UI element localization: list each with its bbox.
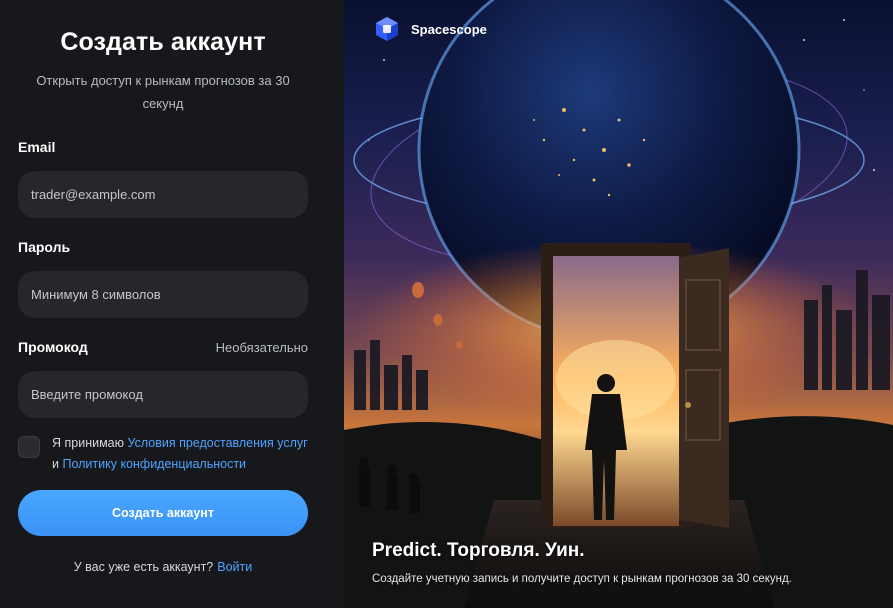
brand-header: Spacescope [374,16,487,42]
space-door-illustration [344,0,893,608]
password-label: Пароль [18,239,71,255]
terms-of-service-link[interactable]: Условия предоставления услуг [127,436,307,450]
promo-label: Промокод [18,339,88,355]
promo-subline: Создайте учетную запись и получите досту… [372,573,792,585]
password-field[interactable] [18,271,308,318]
create-account-button[interactable]: Создать аккаунт [18,490,308,536]
signup-page: Создать аккаунт Открыть доступ к рынкам … [0,0,893,608]
page-title: Создать аккаунт [60,28,266,56]
brand-name: Spacescope [411,21,487,37]
signin-prompt: У вас уже есть аккаунт? [73,560,214,574]
terms-text: Я принимаю Условия предоставления услуг … [52,433,312,475]
promo-headline: Predict. Торговля. Уин. [372,540,585,561]
privacy-policy-link[interactable]: Политику конфиденциальности [62,457,246,471]
email-field[interactable] [18,171,308,218]
promo-illustration-panel: Spacescope Predict. Торговля. Уин. Созда… [344,0,893,608]
signin-row: У вас уже есть аккаунт? Войти [0,560,326,574]
promo-optional-hint: Необязательно [215,340,308,355]
terms-and: и [52,457,63,471]
signin-link[interactable]: Войти [217,560,252,574]
page-subtitle: Открыть доступ к рынкам прогнозов за 30 … [36,73,290,111]
signup-form-panel: Создать аккаунт Открыть доступ к рынкам … [0,0,344,608]
cube-logo-icon [376,17,398,41]
terms-checkbox[interactable] [18,436,40,458]
email-label: Email [18,139,56,155]
terms-prefix: Я принимаю [52,436,128,450]
promo-code-field[interactable] [18,371,308,418]
